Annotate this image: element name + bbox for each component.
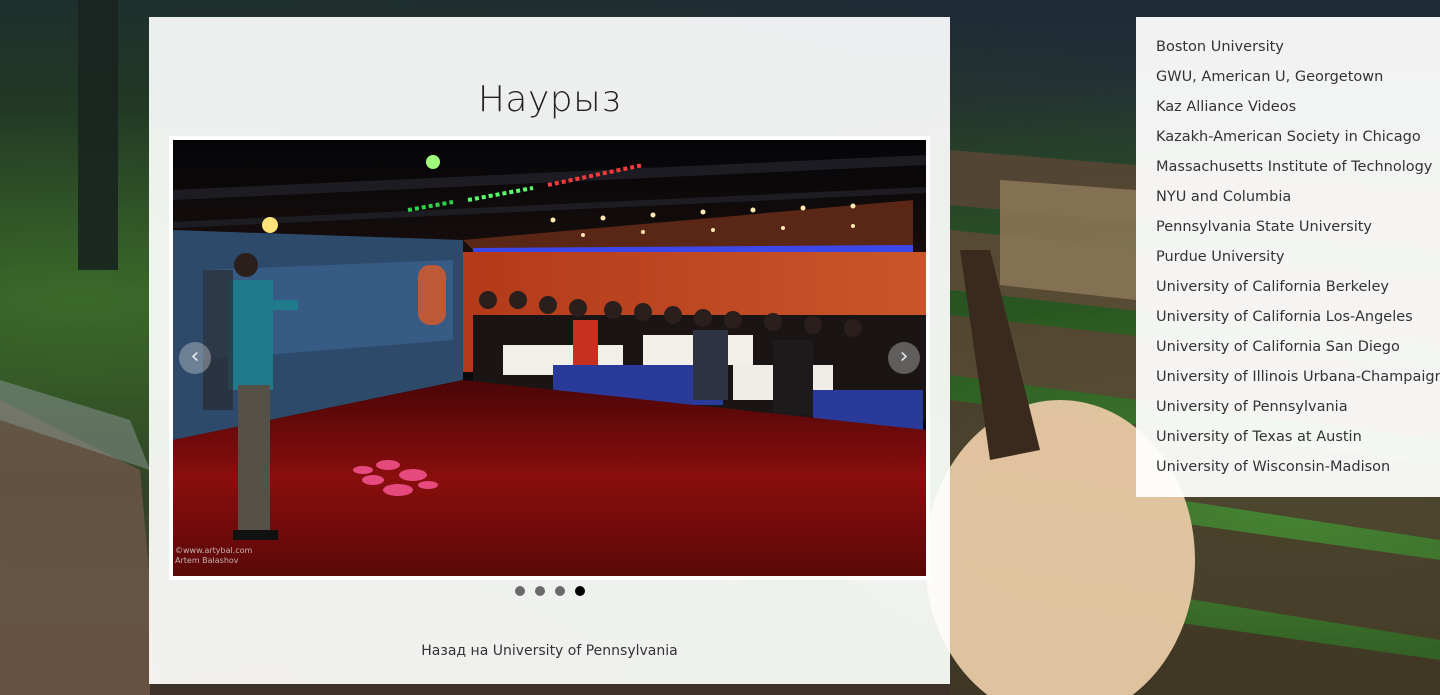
slider-dot-2[interactable] <box>534 586 545 596</box>
sidebar-item-uiuc[interactable]: University of Illinois Urbana-Champaign <box>1156 367 1440 397</box>
sidebar-item-uw-madison[interactable]: University of Wisconsin-Madison <box>1156 457 1440 487</box>
sidebar-nav: Boston University GWU, American U, Georg… <box>1136 17 1440 497</box>
photo-credit: ©www.artybal.com Artem Balashov <box>175 546 252 566</box>
slider-dot-1[interactable] <box>514 586 525 596</box>
slider-dot-3[interactable] <box>554 586 565 596</box>
sidebar-item-mit[interactable]: Massachusetts Institute of Technology <box>1156 157 1440 187</box>
sidebar-item-purdue[interactable]: Purdue University <box>1156 247 1440 277</box>
content-panel: Наурыз ‹ › ©www.artybal.com Artem Balash… <box>149 17 950 684</box>
chevron-right-icon: › <box>899 344 909 369</box>
banquet-hall-photo <box>173 140 926 576</box>
sidebar-item-ucla[interactable]: University of California Los-Angeles <box>1156 307 1440 337</box>
sidebar-item-upenn[interactable]: University of Pennsylvania <box>1156 397 1440 427</box>
chevron-left-icon: ‹ <box>190 344 200 369</box>
sidebar-item-boston-university[interactable]: Boston University <box>1156 37 1440 67</box>
sidebar-item-ut-austin[interactable]: University of Texas at Austin <box>1156 427 1440 457</box>
sidebar-item-uc-berkeley[interactable]: University of California Berkeley <box>1156 277 1440 307</box>
sidebar-item-gwu[interactable]: GWU, American U, Georgetown <box>1156 67 1440 97</box>
sidebar-item-penn-state[interactable]: Pennsylvania State University <box>1156 217 1440 247</box>
slider-pagination <box>149 586 950 596</box>
image-slider: ‹ › ©www.artybal.com Artem Balashov <box>169 136 930 580</box>
sidebar-item-kaz-alliance-videos[interactable]: Kaz Alliance Videos <box>1156 97 1440 127</box>
slide-photo: ‹ › ©www.artybal.com Artem Balashov <box>173 140 926 576</box>
slider-next-button[interactable]: › <box>888 342 920 374</box>
sidebar-item-nyu-columbia[interactable]: NYU and Columbia <box>1156 187 1440 217</box>
photo-credit-author: Artem Balashov <box>175 556 239 565</box>
photo-credit-site: ©www.artybal.com <box>175 546 253 555</box>
slider-dot-4[interactable] <box>574 586 585 596</box>
back-link[interactable]: Назад на University of Pennsylvania <box>149 643 950 659</box>
slider-prev-button[interactable]: ‹ <box>179 342 211 374</box>
page-title: Наурыз <box>477 79 622 120</box>
sidebar-item-ucsd[interactable]: University of California San Diego <box>1156 337 1440 367</box>
sidebar-item-kazakh-american-society[interactable]: Kazakh-American Society in Chicago <box>1156 127 1440 157</box>
